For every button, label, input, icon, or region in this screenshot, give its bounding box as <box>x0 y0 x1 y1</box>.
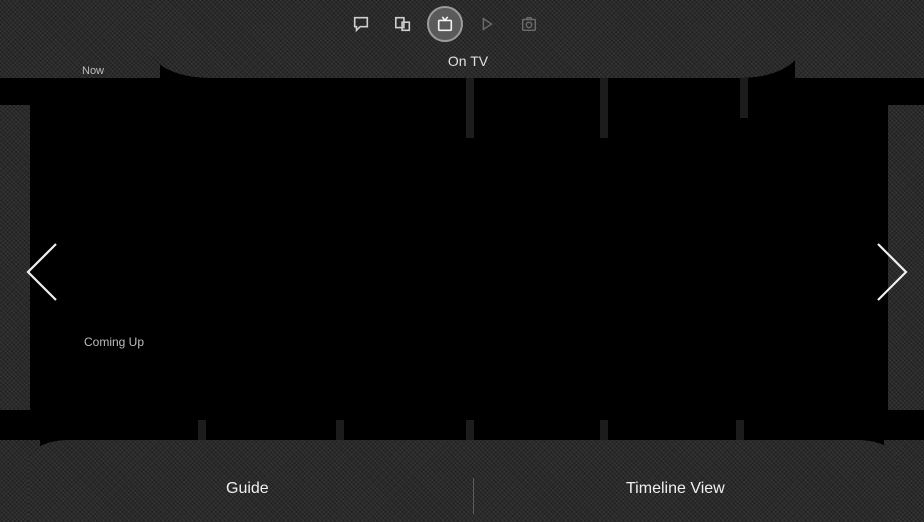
active-indicator <box>427 6 463 42</box>
bottom-menu-bar <box>28 440 898 522</box>
top-band-right <box>795 0 924 78</box>
active-tab-label: On TV <box>447 53 489 69</box>
program-card[interactable] <box>748 78 888 440</box>
top-menu-icons <box>340 6 550 42</box>
smart-hub-screen: On TV Now Coming Up Guide Timeline View <box>0 0 924 522</box>
card-divider <box>336 420 344 440</box>
program-card[interactable] <box>478 78 598 440</box>
now-label: Now <box>82 65 105 77</box>
card-divider <box>740 78 748 118</box>
card-divider <box>736 420 744 440</box>
timeline-view-button[interactable]: Timeline View <box>626 480 725 498</box>
chat-icon[interactable] <box>340 8 382 40</box>
card-divider <box>466 78 474 138</box>
tv-icon[interactable] <box>424 6 466 42</box>
devices-icon[interactable] <box>382 8 424 40</box>
chevron-left-icon[interactable] <box>22 240 62 304</box>
card-divider <box>466 420 474 440</box>
card-divider <box>600 78 608 138</box>
coming-up-label: Coming Up <box>84 335 145 349</box>
program-card[interactable] <box>35 78 465 440</box>
play-icon[interactable] <box>466 8 508 40</box>
top-band-left <box>0 0 160 78</box>
card-divider <box>600 420 608 440</box>
camera-icon[interactable] <box>508 8 550 40</box>
guide-button[interactable]: Guide <box>226 480 269 498</box>
bottom-divider <box>473 478 474 514</box>
chevron-right-icon[interactable] <box>872 240 912 304</box>
program-card[interactable] <box>610 78 740 440</box>
card-divider <box>198 420 206 440</box>
